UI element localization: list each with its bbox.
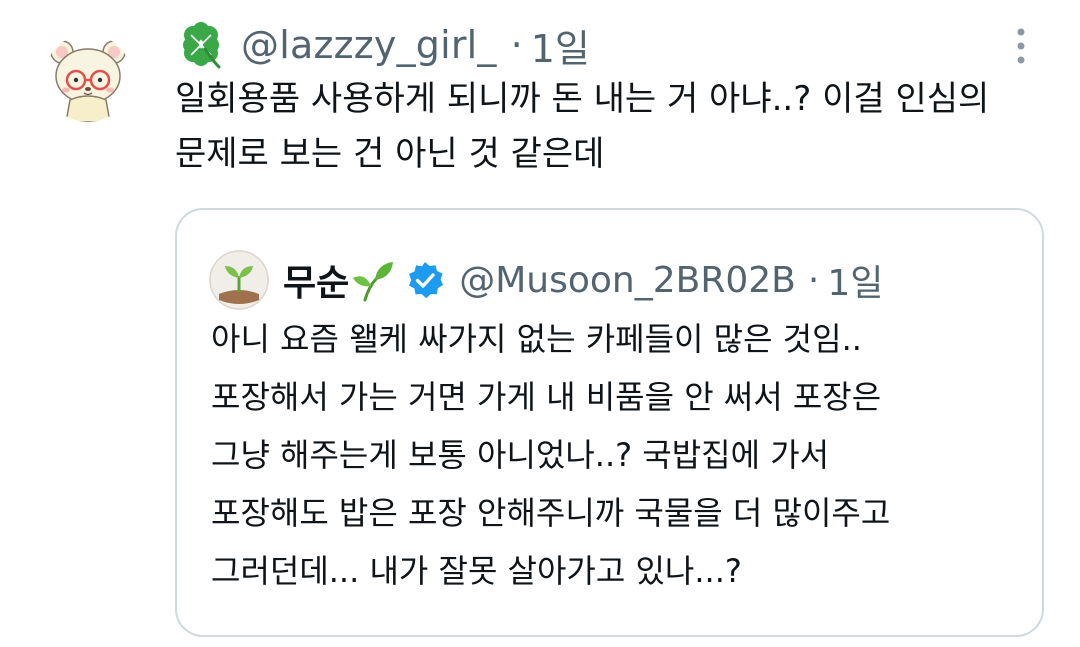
separator-dot: · (807, 259, 820, 301)
tweet-time[interactable]: 1일 (531, 18, 590, 73)
sprout-avatar-icon (209, 250, 269, 310)
tweet-text-line: 문제로 보는 건 아닌 것 같은데 (175, 134, 605, 174)
four-leaf-clover-icon (183, 22, 221, 69)
tweet-text-line: 일회용품 사용하게 되니까 돈 내는 거 아냐..? 이걸 인심의 (175, 79, 990, 119)
quoted-text-line: 포장해도 밥은 포장 안해주니까 국물을 더 많이주고 (211, 494, 891, 532)
user-handle[interactable]: @lazzzy_girl_ (241, 23, 497, 67)
bear-avatar-icon (44, 34, 132, 122)
quoted-text-line: 그냥 해주는게 보통 아니었나..? 국밥집에 가서 (211, 436, 830, 474)
vertical-ellipsis-icon[interactable] (1006, 24, 1036, 68)
quoted-tweet-card[interactable]: 무순 @Musoon_2BR02B · 1일 아니 요즘 왤케 싸가지 없는 카… (175, 208, 1044, 637)
quoted-tweet-time[interactable]: 1일 (827, 254, 883, 306)
verified-badge-icon (409, 262, 444, 299)
tweet-header: @lazzzy_girl_ · 1일 (175, 18, 590, 72)
quoted-text-line: 그러던데... 내가 잘못 살아가고 있나...? (211, 552, 742, 590)
quoted-display-name[interactable]: 무순 (283, 254, 349, 306)
separator-dot: · (510, 23, 523, 67)
user-avatar[interactable] (44, 34, 132, 122)
tweet[interactable]: @lazzzy_girl_ · 1일 일회용품 사용하게 되니까 돈 내는 거 … (0, 0, 1080, 647)
quoted-text-line: 아니 요즘 왤케 싸가지 없는 카페들이 많은 것임.. (211, 320, 862, 358)
quoted-user-handle[interactable]: @Musoon_2BR02B (459, 260, 796, 301)
sprout-icon (353, 262, 394, 302)
quoted-tweet-text: 아니 요즘 왤케 싸가지 없는 카페들이 많은 것임.. 포장해서 가는 거면 … (211, 310, 1031, 600)
quoted-text-line: 포장해서 가는 거면 가게 내 비품을 안 써서 포장은 (211, 378, 882, 416)
quoted-tweet-header: 무순 @Musoon_2BR02B · 1일 (209, 250, 883, 310)
tweet-text: 일회용품 사용하게 되니까 돈 내는 거 아냐..? 이걸 인심의 문제로 보는… (175, 72, 1035, 182)
quoted-user-avatar[interactable] (209, 250, 269, 310)
